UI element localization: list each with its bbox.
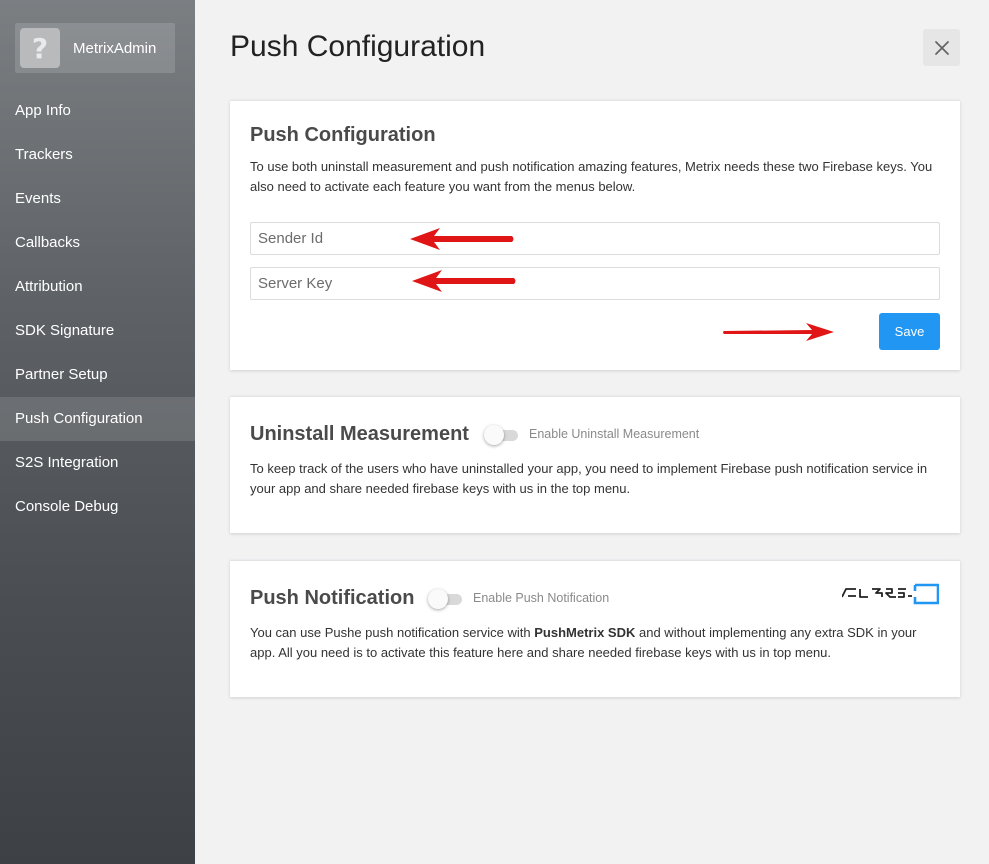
app-name: MetrixAdmin <box>73 39 157 57</box>
sidebar-nav: App Info Trackers Events Callbacks Attri… <box>0 89 195 529</box>
avatar-placeholder-icon: ? <box>31 31 49 65</box>
push-notification-title: Push Notification <box>250 587 415 609</box>
push-notification-description: You can use Pushe push notification serv… <box>250 625 917 660</box>
app-avatar: ? <box>20 28 60 68</box>
sidebar-item-push-configuration[interactable]: Push Configuration <box>0 397 195 441</box>
uninstall-measurement-toggle-label: Enable Uninstall Measurement <box>529 427 700 441</box>
server-key-input[interactable] <box>250 267 940 300</box>
page-title: Push Configuration <box>230 30 486 63</box>
sidebar-item-console-debug[interactable]: Console Debug <box>0 485 195 529</box>
sidebar: ? MetrixAdmin App Info Trackers Events C… <box>0 0 195 864</box>
toggle-knob <box>428 589 448 609</box>
uninstall-measurement-description: To keep track of the users who have unin… <box>250 461 928 496</box>
app-switcher[interactable]: ? MetrixAdmin <box>15 23 175 73</box>
sidebar-item-callbacks[interactable]: Callbacks <box>0 221 195 265</box>
pushmetrix-sdk-emphasis: PushMetrix SDK <box>534 625 636 640</box>
save-button[interactable]: Save <box>879 313 940 350</box>
push-configuration-card: Push Configuration To use both uninstall… <box>230 100 960 370</box>
sidebar-item-partner-setup[interactable]: Partner Setup <box>0 353 195 397</box>
sender-id-input[interactable] <box>250 222 940 255</box>
push-notification-card: Push Notification Enable Push Notificati… <box>230 560 960 697</box>
push-configuration-title: Push Configuration <box>250 124 436 146</box>
sidebar-item-trackers[interactable]: Trackers <box>0 133 195 177</box>
sidebar-item-events[interactable]: Events <box>0 177 195 221</box>
sidebar-item-sdk-signature[interactable]: SDK Signature <box>0 309 195 353</box>
sidebar-item-s2s-integration[interactable]: S2S Integration <box>0 441 195 485</box>
push-configuration-description: To use both uninstall measurement and pu… <box>250 159 933 194</box>
close-button[interactable] <box>923 29 960 66</box>
push-notification-toggle-label: Enable Push Notification <box>473 591 610 605</box>
pushe-logo-icon <box>842 583 939 605</box>
sidebar-item-app-info[interactable]: App Info <box>0 89 195 133</box>
uninstall-measurement-toggle[interactable] <box>484 424 520 446</box>
uninstall-measurement-card: Uninstall Measurement Enable Uninstall M… <box>230 396 960 533</box>
annotation-arrow-left-icon <box>412 270 516 292</box>
toggle-knob <box>484 425 504 445</box>
uninstall-measurement-title: Uninstall Measurement <box>250 423 469 445</box>
push-notification-toggle[interactable] <box>428 588 464 610</box>
close-icon <box>934 40 949 55</box>
sidebar-item-attribution[interactable]: Attribution <box>0 265 195 309</box>
annotation-arrow-right-icon <box>723 323 834 341</box>
annotation-arrow-left-icon <box>410 228 514 250</box>
